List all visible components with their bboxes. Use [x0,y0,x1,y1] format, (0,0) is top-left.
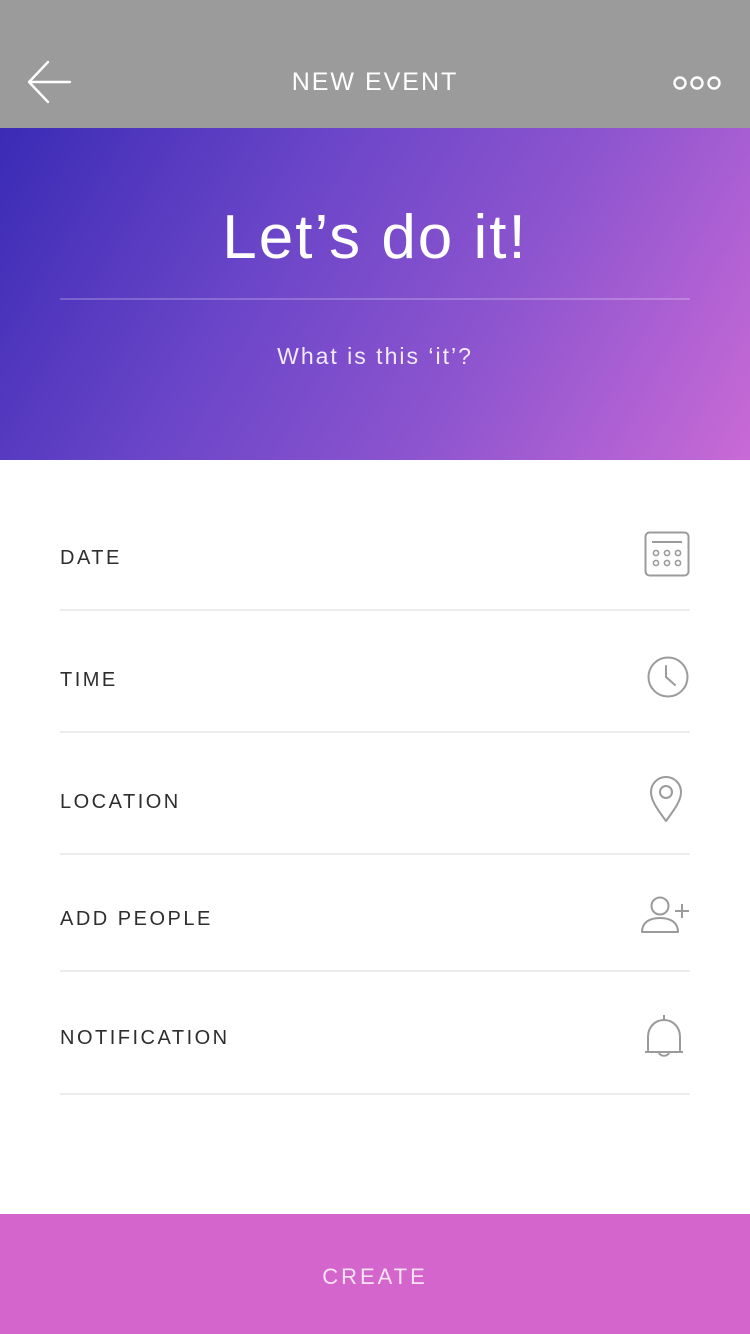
hero-divider [60,298,690,300]
add-people-label: ADD PEOPLE [60,908,213,930]
date-label: DATE [60,547,122,569]
clock-icon [647,656,689,698]
page-title: NEW EVENT [291,68,459,96]
hero-banner: Let’s do it! [0,128,750,460]
add-person-icon [641,896,689,933]
calendar-icon [644,531,690,577]
row-divider [60,1093,690,1095]
create-button[interactable]: CREATE [0,1214,750,1334]
top-bar: NEW EVENT [0,0,750,128]
time-label: TIME [60,669,118,691]
time-row[interactable]: TIME [60,611,690,733]
date-row[interactable]: DATE [60,505,690,611]
notification-label: NOTIFICATION [60,1027,230,1049]
location-row[interactable]: LOCATION [60,733,690,855]
location-label: LOCATION [60,791,181,813]
bell-icon [645,1015,683,1057]
more-options-button[interactable] [668,70,726,96]
event-name-input[interactable] [60,336,690,376]
more-dots-icon [673,76,721,90]
notification-row[interactable]: NOTIFICATION [60,972,690,1095]
add-people-row[interactable]: ADD PEOPLE [60,855,690,972]
hero-title: Let’s do it! [222,203,528,272]
location-pin-icon [650,776,682,822]
create-button-label: CREATE [322,1264,428,1289]
